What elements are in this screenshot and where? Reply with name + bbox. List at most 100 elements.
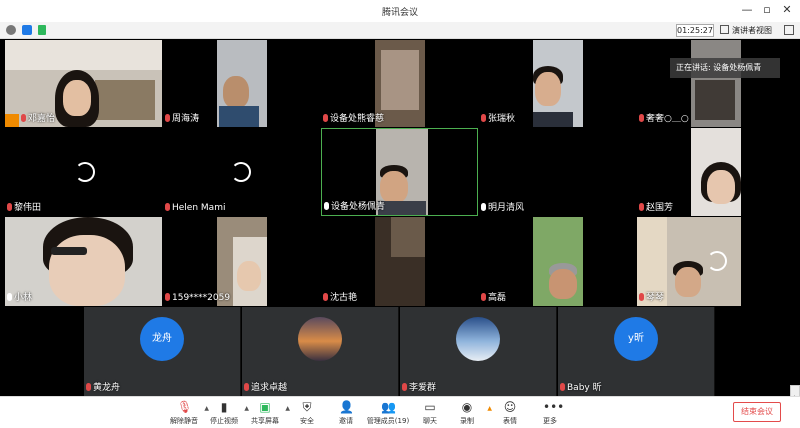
video-tile[interactable]: 小林 <box>5 217 162 306</box>
avatar <box>456 317 500 361</box>
manage-members-button[interactable]: 👥 管理成员(19) <box>364 399 412 427</box>
participant-name: 沈古艳 <box>323 292 357 305</box>
video-tile[interactable]: 奢奢○＿○ <box>637 40 741 127</box>
grid-icon <box>720 25 729 34</box>
camera-icon: ▮ <box>220 400 228 414</box>
avatar-tile[interactable]: y昕 Baby 昕 <box>558 307 715 396</box>
more-icon: ••• <box>543 400 565 414</box>
mic-muted-icon <box>560 383 565 391</box>
invite-button[interactable]: 👤 邀请 <box>324 399 368 427</box>
more-label: 更多 <box>543 417 557 425</box>
video-tile[interactable]: 159****2059 <box>163 217 267 306</box>
window-title: 腾讯会议 <box>381 8 418 18</box>
participant-name: 邓嘉怡 <box>21 113 55 126</box>
participant-name: 琴琴 <box>639 292 664 305</box>
add-user-icon: 👤 <box>339 400 354 414</box>
video-tile[interactable]: 张瑞秋 <box>479 40 583 127</box>
title-bar: 腾讯会议 — ▫ ✕ <box>0 0 800 22</box>
share-screen-label: 共享屏幕 <box>251 417 279 425</box>
mic-muted-icon <box>481 114 486 122</box>
security-button[interactable]: ⛨ 安全 <box>285 399 329 427</box>
video-tile[interactable]: 琴琴 <box>637 217 741 306</box>
mic-muted-icon <box>165 203 170 211</box>
loading-spinner-icon <box>75 162 95 182</box>
info-icon[interactable] <box>6 25 16 35</box>
speaking-indicator: 正在讲话: 设备处杨佩青 <box>670 58 780 78</box>
mic-muted-icon <box>21 114 26 122</box>
mic-muted-icon <box>323 293 328 301</box>
video-tile[interactable]: 高磊 <box>479 217 583 306</box>
record-label: 录制 <box>460 417 474 425</box>
participant-name: 黄龙舟 <box>86 382 120 395</box>
meeting-info-bar: 01:25:27 演讲者视图 <box>0 22 800 39</box>
participant-name: 黎伟田 <box>7 202 41 215</box>
meeting-timer: 01:25:27 <box>676 24 714 37</box>
share-screen-button[interactable]: ▣ 共享屏幕 ▲ <box>243 399 290 427</box>
video-tile[interactable]: 沈古艳 <box>321 217 425 306</box>
avatar-tile[interactable]: 李爱群 <box>400 307 557 396</box>
video-tile[interactable]: 设备处熊睿慈 <box>321 40 425 127</box>
avatar <box>298 317 342 361</box>
avatar-tile[interactable]: 追求卓越 <box>242 307 399 396</box>
unmute-label: 解除静音 <box>170 417 198 425</box>
reactions-button[interactable]: ☺ 表情 <box>488 399 532 427</box>
mic-muted-icon <box>323 114 328 122</box>
avatar-tile[interactable]: 龙舟 黄龙舟 <box>84 307 241 396</box>
loading-spinner-icon <box>707 251 727 271</box>
mic-muted-icon <box>639 203 644 211</box>
reactions-label: 表情 <box>503 417 517 425</box>
manage-members-label: 管理成员(19) <box>366 417 410 425</box>
mic-muted-icon <box>402 383 407 391</box>
participant-name: 高磊 <box>481 292 506 305</box>
mic-muted-icon <box>639 293 644 301</box>
avatar: y昕 <box>614 317 658 361</box>
participant-name: 设备处杨佩青 <box>324 201 385 214</box>
host-badge <box>5 114 19 127</box>
stop-video-label: 停止视频 <box>210 417 238 425</box>
shield-icon[interactable] <box>22 25 32 35</box>
video-tile[interactable]: 周海涛 <box>163 40 267 127</box>
video-tile[interactable]: 邓嘉怡 <box>5 40 162 127</box>
members-icon: 👥 <box>381 400 396 414</box>
mic-on-icon <box>481 203 486 211</box>
participant-name: 奢奢○＿○ <box>639 113 689 126</box>
mic-muted-icon <box>86 383 91 391</box>
unmute-button[interactable]: 🎙 解除静音 ▲ <box>162 399 209 427</box>
active-speaker-tile[interactable]: 设备处杨佩青 <box>321 128 478 216</box>
record-button[interactable]: ◉ 录制 ▲ <box>445 399 492 427</box>
participant-name: 设备处熊睿慈 <box>323 113 384 126</box>
close-icon[interactable]: ✕ <box>780 3 794 17</box>
participant-name: Helen Mami <box>165 202 225 215</box>
avatar: 龙舟 <box>140 317 184 361</box>
invite-label: 邀请 <box>339 417 353 425</box>
security-label: 安全 <box>300 417 314 425</box>
mic-muted-icon <box>165 293 170 301</box>
participant-name: 李爱群 <box>402 382 436 395</box>
participant-name: 张瑞秋 <box>481 113 515 126</box>
participant-name: 周海涛 <box>165 113 199 126</box>
video-tile[interactable]: 黎伟田 <box>5 128 162 216</box>
minimize-icon[interactable]: — <box>740 3 754 17</box>
mic-muted-icon <box>244 383 249 391</box>
participant-name: 赵国芳 <box>639 202 673 215</box>
video-tile[interactable]: 赵国芳 <box>637 128 741 216</box>
mic-on-icon <box>324 202 329 210</box>
speaker-view-button[interactable]: 演讲者视图 <box>720 24 780 37</box>
maximize-icon[interactable]: ▫ <box>760 3 774 17</box>
end-meeting-button[interactable]: 结束会议 <box>733 402 781 422</box>
video-tile[interactable]: 明月清风 <box>479 128 636 216</box>
record-icon: ◉ <box>461 400 473 414</box>
signal-icon[interactable] <box>38 25 46 35</box>
mic-muted-icon: 🎙 <box>177 400 193 414</box>
shield-icon: ⛨ <box>302 400 312 414</box>
participant-name: 追求卓越 <box>244 382 287 395</box>
share-screen-icon: ▣ <box>259 400 271 414</box>
stop-video-button[interactable]: ▮ 停止视频 ▲ <box>202 399 249 427</box>
chat-icon: ▭ <box>424 400 436 414</box>
fullscreen-icon[interactable] <box>784 25 794 35</box>
video-tile[interactable]: Helen Mami <box>163 128 320 216</box>
mic-muted-icon <box>639 114 644 122</box>
participant-name: 159****2059 <box>165 292 230 305</box>
more-button[interactable]: ••• 更多 <box>528 399 572 427</box>
mic-muted-icon <box>7 203 12 211</box>
